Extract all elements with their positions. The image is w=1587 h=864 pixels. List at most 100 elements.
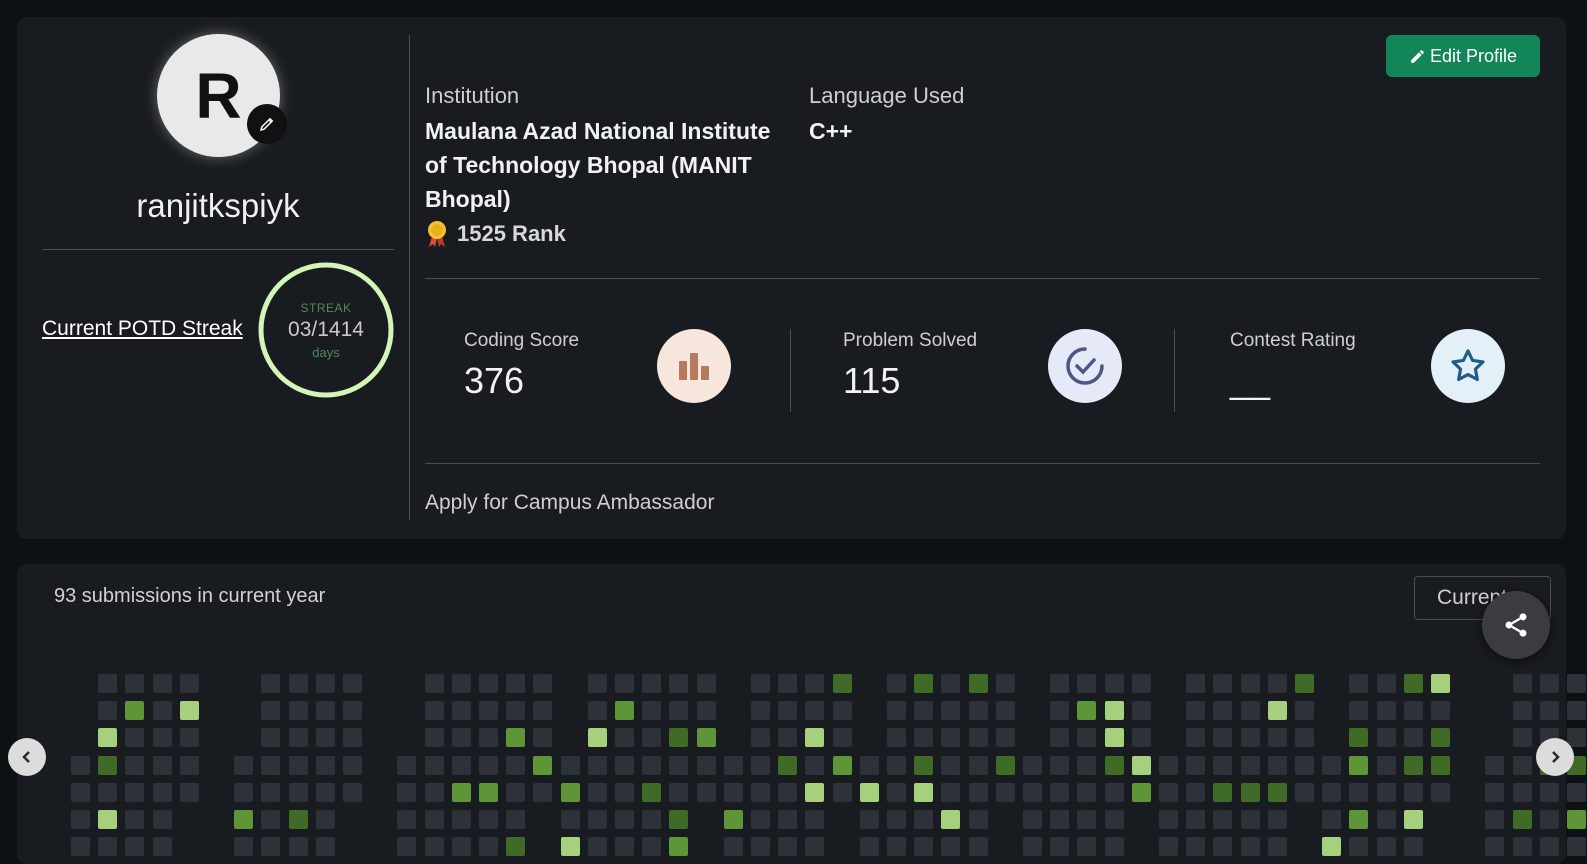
- heatmap-day-cell[interactable]: [968, 701, 988, 721]
- heatmap-day-cell[interactable]: [669, 782, 689, 802]
- heatmap-day-cell[interactable]: [1567, 810, 1586, 829]
- heatmap-day-cell[interactable]: [1431, 755, 1450, 775]
- heatmap-day-cell[interactable]: [506, 701, 526, 721]
- heatmap-day-cell[interactable]: [479, 782, 498, 802]
- heatmap-day-cell[interactable]: [669, 701, 689, 721]
- heatmap-day-cell[interactable]: [152, 810, 172, 829]
- heatmap-day-cell[interactable]: [288, 728, 308, 748]
- heatmap-day-cell[interactable]: [1023, 810, 1042, 829]
- heatmap-day-cell[interactable]: [1539, 674, 1559, 693]
- heatmap-day-cell[interactable]: [1403, 701, 1423, 721]
- heatmap-day-cell[interactable]: [642, 810, 662, 829]
- heatmap-day-cell[interactable]: [887, 701, 906, 721]
- heatmap-day-cell[interactable]: [832, 755, 852, 775]
- heatmap-day-cell[interactable]: [1104, 837, 1124, 857]
- heatmap-day-cell[interactable]: [288, 701, 308, 721]
- heatmap-day-cell[interactable]: [424, 810, 444, 829]
- heatmap-day-cell[interactable]: [1240, 701, 1260, 721]
- heatmap-day-cell[interactable]: [261, 782, 281, 802]
- heatmap-day-cell[interactable]: [533, 701, 553, 721]
- heatmap-day-cell[interactable]: [887, 755, 906, 775]
- heatmap-day-cell[interactable]: [859, 782, 879, 802]
- heatmap-day-cell[interactable]: [1104, 755, 1124, 775]
- heatmap-day-cell[interactable]: [1131, 755, 1151, 775]
- heatmap-day-cell[interactable]: [315, 674, 335, 693]
- heatmap-day-cell[interactable]: [914, 728, 934, 748]
- heatmap-day-cell[interactable]: [1213, 755, 1233, 775]
- heatmap-day-cell[interactable]: [125, 782, 145, 802]
- heatmap-day-cell[interactable]: [1322, 782, 1342, 802]
- heatmap-day-cell[interactable]: [397, 837, 417, 857]
- heatmap-day-cell[interactable]: [479, 837, 498, 857]
- heatmap-day-cell[interactable]: [1539, 782, 1559, 802]
- heatmap-day-cell[interactable]: [805, 728, 825, 748]
- heatmap-day-cell[interactable]: [751, 701, 770, 721]
- heatmap-day-cell[interactable]: [234, 755, 254, 775]
- heatmap-day-cell[interactable]: [941, 674, 961, 693]
- heatmap-day-cell[interactable]: [642, 728, 662, 748]
- heatmap-day-cell[interactable]: [533, 782, 553, 802]
- heatmap-day-cell[interactable]: [1349, 755, 1369, 775]
- heatmap-day-cell[interactable]: [642, 674, 662, 693]
- heatmap-day-cell[interactable]: [941, 728, 961, 748]
- heatmap-day-cell[interactable]: [1485, 837, 1505, 857]
- heatmap-day-cell[interactable]: [125, 674, 145, 693]
- heatmap-day-cell[interactable]: [1240, 674, 1260, 693]
- heatmap-day-cell[interactable]: [914, 674, 934, 693]
- heatmap-day-cell[interactable]: [71, 837, 90, 857]
- heatmap-day-cell[interactable]: [1213, 782, 1233, 802]
- heatmap-day-cell[interactable]: [152, 728, 172, 748]
- heatmap-day-cell[interactable]: [1431, 701, 1450, 721]
- heatmap-day-cell[interactable]: [288, 810, 308, 829]
- heatmap-day-cell[interactable]: [1403, 810, 1423, 829]
- heatmap-day-cell[interactable]: [533, 755, 553, 775]
- heatmap-day-cell[interactable]: [1403, 674, 1423, 693]
- heatmap-day-cell[interactable]: [615, 674, 634, 693]
- heatmap-day-cell[interactable]: [343, 728, 362, 748]
- heatmap-day-cell[interactable]: [587, 837, 607, 857]
- heatmap-day-cell[interactable]: [968, 728, 988, 748]
- heatmap-day-cell[interactable]: [941, 782, 961, 802]
- heatmap-day-cell[interactable]: [98, 837, 118, 857]
- heatmap-day-cell[interactable]: [1295, 701, 1314, 721]
- heatmap-day-cell[interactable]: [451, 728, 471, 748]
- heatmap-day-cell[interactable]: [315, 810, 335, 829]
- heatmap-day-cell[interactable]: [1077, 728, 1097, 748]
- heatmap-day-cell[interactable]: [914, 701, 934, 721]
- heatmap-day-cell[interactable]: [424, 782, 444, 802]
- heatmap-day-cell[interactable]: [995, 728, 1015, 748]
- heatmap-day-cell[interactable]: [179, 755, 199, 775]
- heatmap-day-cell[interactable]: [1485, 810, 1505, 829]
- heatmap-day-cell[interactable]: [751, 755, 770, 775]
- heatmap-day-cell[interactable]: [179, 674, 199, 693]
- heatmap-day-cell[interactable]: [587, 728, 607, 748]
- heatmap-day-cell[interactable]: [1349, 810, 1369, 829]
- heatmap-day-cell[interactable]: [179, 782, 199, 802]
- heatmap-day-cell[interactable]: [506, 728, 526, 748]
- heatmap-day-cell[interactable]: [1050, 810, 1070, 829]
- heatmap-day-cell[interactable]: [1539, 810, 1559, 829]
- heatmap-day-cell[interactable]: [751, 810, 770, 829]
- heatmap-day-cell[interactable]: [1186, 728, 1206, 748]
- scroll-right-button[interactable]: [1536, 738, 1574, 776]
- heatmap-day-cell[interactable]: [506, 755, 526, 775]
- heatmap-day-cell[interactable]: [723, 810, 743, 829]
- heatmap-day-cell[interactable]: [98, 674, 118, 693]
- heatmap-day-cell[interactable]: [1376, 701, 1396, 721]
- heatmap-day-cell[interactable]: [1213, 837, 1233, 857]
- heatmap-day-cell[interactable]: [152, 674, 172, 693]
- heatmap-day-cell[interactable]: [261, 837, 281, 857]
- heatmap-day-cell[interactable]: [1349, 701, 1369, 721]
- heatmap-day-cell[interactable]: [343, 782, 362, 802]
- heatmap-day-cell[interactable]: [98, 701, 118, 721]
- heatmap-day-cell[interactable]: [1213, 701, 1233, 721]
- heatmap-day-cell[interactable]: [451, 755, 471, 775]
- heatmap-day-cell[interactable]: [451, 782, 471, 802]
- heatmap-day-cell[interactable]: [397, 782, 417, 802]
- heatmap-day-cell[interactable]: [397, 755, 417, 775]
- heatmap-day-cell[interactable]: [1322, 810, 1342, 829]
- heatmap-day-cell[interactable]: [1267, 728, 1287, 748]
- heatmap-day-cell[interactable]: [506, 810, 526, 829]
- heatmap-day-cell[interactable]: [1295, 782, 1314, 802]
- heatmap-day-cell[interactable]: [1186, 782, 1206, 802]
